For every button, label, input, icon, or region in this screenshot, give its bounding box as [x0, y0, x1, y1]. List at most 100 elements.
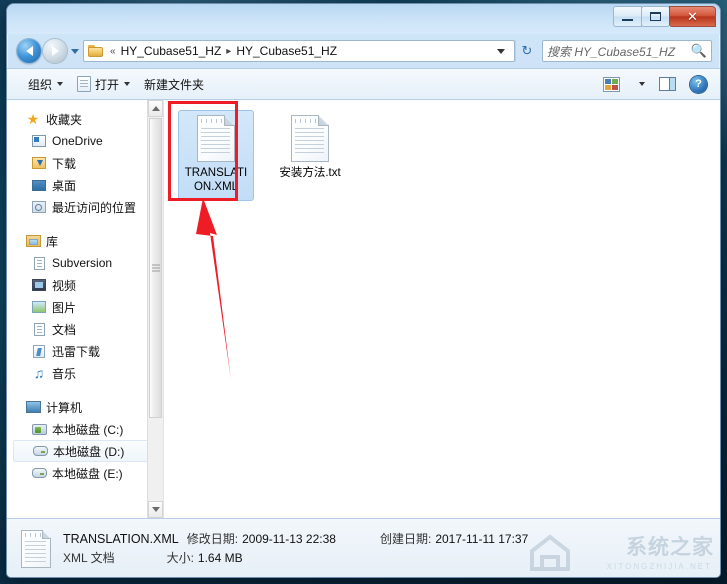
- sidebar-item-thunder-download[interactable]: 迅雷下载: [7, 340, 163, 362]
- forward-button[interactable]: [43, 39, 67, 63]
- help-button[interactable]: ?: [683, 72, 714, 96]
- change-view-button[interactable]: [596, 72, 627, 96]
- back-arrow-icon: [25, 46, 33, 56]
- sidebar-item-label: 最近访问的位置: [52, 200, 137, 215]
- status-file-type: XML 文档: [63, 551, 115, 565]
- address-bar[interactable]: « HY_Cubase51_HZ ▸ HY_Cubase51_HZ: [83, 40, 515, 62]
- chevron-down-icon: [151, 507, 160, 512]
- sidebar-item-subversion[interactable]: Subversion: [7, 252, 163, 274]
- sidebar-group-label: 计算机: [46, 400, 83, 415]
- status-file-icon: [21, 530, 51, 568]
- sidebar-item-label: 下载: [52, 156, 77, 171]
- scrollbar-thumb[interactable]: [149, 118, 162, 418]
- breadcrumb-item-0[interactable]: HY_Cubase51_HZ: [120, 44, 223, 58]
- scroll-down-button[interactable]: [148, 501, 163, 518]
- sidebar-item-pictures[interactable]: 图片: [7, 296, 163, 318]
- sidebar-item-label: 本地磁盘 (C:): [52, 422, 124, 437]
- sidebar-scrollbar[interactable]: [147, 100, 163, 518]
- sidebar-item-local-disk-d[interactable]: 本地磁盘 (D:): [13, 440, 159, 462]
- video-icon: [31, 277, 47, 293]
- sidebar-item-recent-places[interactable]: 最近访问的位置: [7, 196, 163, 218]
- breadcrumb-item-1[interactable]: HY_Cubase51_HZ: [235, 44, 338, 58]
- file-name-label: TRANSLATION.XML: [184, 167, 248, 193]
- status-modified-value: 2009-11-13 22:38: [242, 532, 336, 546]
- help-icon: ?: [690, 75, 707, 93]
- open-file-icon: [77, 76, 92, 92]
- status-created-label: 创建日期:: [379, 532, 432, 546]
- chevron-up-icon: [151, 106, 160, 111]
- sidebar-item-local-disk-c[interactable]: 本地磁盘 (C:): [7, 418, 163, 440]
- sidebar-group-favorites[interactable]: ★ 收藏夹: [7, 108, 163, 130]
- pictures-icon: [31, 299, 47, 315]
- disk-icon: [32, 443, 48, 459]
- preview-pane-icon: [659, 77, 676, 91]
- window-body: ★ 收藏夹 OneDrive 下载 桌面 最近访问的位置 库 Subversio…: [7, 100, 720, 519]
- details-status-bar: TRANSLATION.XML 修改日期: 2009-11-13 22:38 创…: [7, 519, 720, 577]
- minimize-button[interactable]: [613, 6, 642, 27]
- disk-icon: [31, 465, 47, 481]
- sidebar-item-label: 本地磁盘 (E:): [52, 466, 123, 481]
- sidebar-item-videos[interactable]: 视频: [7, 274, 163, 296]
- breadcrumb-separator[interactable]: ▸: [222, 46, 235, 57]
- sidebar-item-downloads[interactable]: 下载: [7, 152, 163, 174]
- chevron-down-icon: [57, 82, 64, 86]
- view-dropdown-button[interactable]: [627, 72, 652, 96]
- file-list-pane[interactable]: TRANSLATION.XML 安装方法.txt: [164, 100, 720, 518]
- sidebar-group-libraries[interactable]: 库: [7, 230, 163, 252]
- sidebar-item-documents[interactable]: 文档: [7, 318, 163, 340]
- status-size-label: 大小:: [166, 551, 194, 565]
- annotation-arrow-icon: [196, 198, 231, 380]
- search-icon: 🔍: [690, 43, 707, 58]
- scrollbar-grip-icon: [151, 264, 160, 272]
- chevron-down-icon: [124, 82, 131, 86]
- sidebar-list: ★ 收藏夹 OneDrive 下载 桌面 最近访问的位置 库 Subversio…: [7, 100, 163, 484]
- search-input[interactable]: 搜索 HY_Cubase51_HZ: [547, 43, 691, 60]
- recent-pages-dropdown[interactable]: [71, 48, 79, 54]
- document-icon: [31, 255, 47, 271]
- search-box[interactable]: 搜索 HY_Cubase51_HZ 🔍: [542, 40, 712, 62]
- view-options-icon: [603, 76, 620, 92]
- watermark-house-icon: [530, 534, 570, 571]
- watermark-subtitle: XITONGZHIJIA.NET: [606, 562, 712, 571]
- preview-pane-button[interactable]: [652, 72, 683, 96]
- scroll-up-button[interactable]: [148, 100, 163, 117]
- refresh-button[interactable]: ↻: [515, 40, 538, 62]
- onedrive-icon: [31, 133, 47, 149]
- sidebar-item-label: 文档: [52, 322, 77, 337]
- new-folder-button[interactable]: 新建文件夹: [137, 72, 211, 96]
- organize-button[interactable]: 组织: [21, 72, 70, 96]
- back-button[interactable]: [17, 39, 41, 63]
- breadcrumb-overflow[interactable]: «: [106, 46, 120, 57]
- sidebar-item-label: OneDrive: [52, 134, 103, 148]
- status-line-2: XML 文档 大小: 1.64 MB: [63, 549, 528, 568]
- sidebar-item-onedrive[interactable]: OneDrive: [7, 130, 163, 152]
- sidebar-item-music[interactable]: ♫ 音乐: [7, 362, 163, 384]
- sidebar-item-label: 视频: [52, 278, 77, 293]
- sidebar-item-desktop[interactable]: 桌面: [7, 174, 163, 196]
- sidebar-item-label: 图片: [52, 300, 77, 315]
- chevron-down-icon: [639, 82, 645, 86]
- folder-icon: [88, 45, 103, 57]
- watermark: 系统之家 XITONGZHIJIA.NET: [526, 525, 716, 577]
- maximize-icon: [650, 12, 661, 21]
- music-icon: ♫: [33, 365, 45, 381]
- sidebar-item-label: 音乐: [52, 366, 77, 381]
- maximize-button[interactable]: [641, 6, 670, 27]
- address-dropdown-icon[interactable]: [497, 48, 505, 54]
- sidebar-group-computer[interactable]: 计算机: [7, 396, 163, 418]
- forward-arrow-icon: [51, 46, 59, 56]
- file-item-translation-xml[interactable]: TRANSLATION.XML: [178, 110, 254, 201]
- sidebar-item-local-disk-e[interactable]: 本地磁盘 (E:): [7, 462, 163, 484]
- open-button[interactable]: 打开: [70, 72, 137, 96]
- sidebar-item-label: 桌面: [52, 178, 77, 193]
- window-controls: ✕: [613, 6, 716, 27]
- refresh-icon: ↻: [521, 43, 533, 58]
- file-item-install-instructions[interactable]: 安装方法.txt: [272, 110, 348, 201]
- close-button[interactable]: ✕: [669, 6, 716, 27]
- file-name-label: 安装方法.txt: [279, 167, 341, 179]
- document-icon: [31, 321, 47, 337]
- status-modified-label: 修改日期:: [186, 532, 239, 546]
- file-grid: TRANSLATION.XML 安装方法.txt: [178, 110, 720, 201]
